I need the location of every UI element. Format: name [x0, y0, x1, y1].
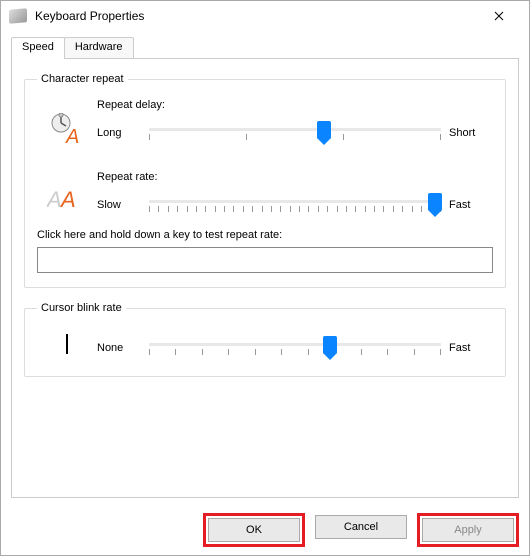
repeat-rate-thumb[interactable]	[428, 193, 442, 211]
repeat-delay-label: Repeat delay:	[97, 99, 493, 111]
svg-text:A: A	[47, 187, 62, 212]
repeat-delay-icon: A	[37, 99, 97, 145]
ok-button[interactable]: OK	[208, 518, 300, 542]
cursor-blink-legend: Cursor blink rate	[37, 302, 126, 314]
close-button[interactable]	[477, 2, 521, 30]
cursor-blink-group: Cursor blink rate None	[24, 302, 506, 377]
test-repeat-input[interactable]	[37, 247, 493, 273]
apply-button[interactable]: Apply	[422, 518, 514, 542]
close-icon	[494, 11, 504, 21]
character-repeat-group: Character repeat A Repeat delay:	[24, 73, 506, 288]
test-repeat-label: Click here and hold down a key to test r…	[37, 229, 493, 241]
keyboard-properties-window: Keyboard Properties Speed Hardware Chara…	[0, 0, 530, 556]
character-repeat-legend: Character repeat	[37, 73, 128, 85]
window-title: Keyboard Properties	[35, 9, 144, 23]
tab-panel-speed: Character repeat A Repeat delay:	[11, 58, 519, 498]
repeat-delay-left-label: Long	[97, 127, 141, 139]
repeat-rate-slider[interactable]	[149, 191, 441, 219]
ok-highlight: OK	[203, 513, 305, 547]
cancel-wrap: Cancel	[313, 513, 409, 547]
repeat-rate-icon: A A	[37, 171, 97, 213]
repeat-rate-label: Repeat rate:	[97, 171, 493, 183]
cursor-blink-thumb[interactable]	[323, 336, 337, 354]
apply-highlight: Apply	[417, 513, 519, 547]
svg-text:A: A	[59, 187, 76, 212]
cursor-blink-right-label: Fast	[449, 342, 493, 354]
repeat-delay-thumb[interactable]	[317, 121, 331, 139]
title-bar: Keyboard Properties	[1, 1, 529, 31]
repeat-delay-slider[interactable]	[149, 119, 441, 147]
cursor-blink-preview	[37, 328, 97, 354]
cursor-blink-slider[interactable]	[149, 334, 441, 362]
keyboard-icon	[9, 8, 27, 24]
repeat-rate-left-label: Slow	[97, 199, 141, 211]
tab-speed[interactable]: Speed	[11, 37, 65, 59]
tab-row: Speed Hardware	[11, 37, 519, 59]
tab-hardware[interactable]: Hardware	[64, 37, 134, 59]
dialog-button-row: OK Cancel Apply	[203, 513, 519, 547]
svg-text:A: A	[65, 126, 79, 145]
repeat-rate-right-label: Fast	[449, 199, 493, 211]
cursor-blink-left-label: None	[97, 342, 141, 354]
repeat-delay-right-label: Short	[449, 127, 493, 139]
cancel-button[interactable]: Cancel	[315, 515, 407, 539]
